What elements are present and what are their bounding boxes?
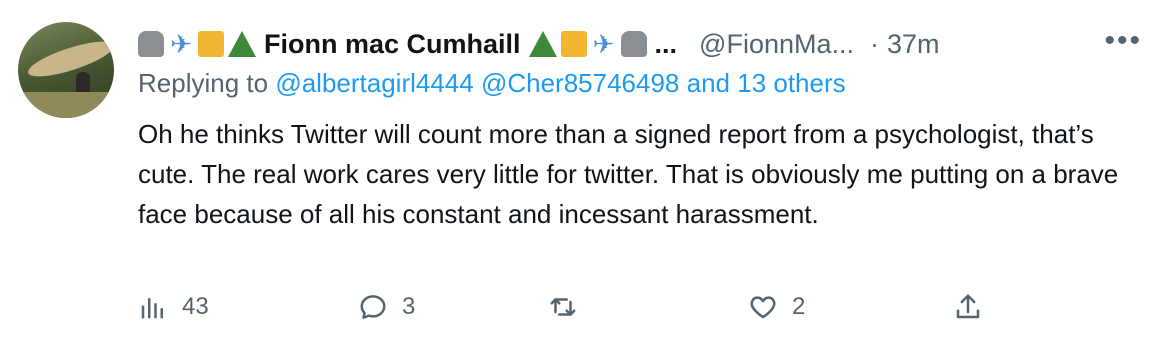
name-ellipsis: ... xyxy=(654,28,678,59)
views-icon xyxy=(141,298,163,319)
tweet-header: ✈ Fionn mac Cumhaill ✈ ... @FionnMa... ·… xyxy=(138,24,1142,64)
avatar-ground xyxy=(18,92,114,118)
airplane-icon: ✈ xyxy=(592,29,615,59)
reply-button[interactable]: 3 xyxy=(358,292,415,322)
airplane-icon: ✈ xyxy=(170,29,192,59)
reply-icon xyxy=(360,295,386,319)
author-handle[interactable]: @FionnMa... xyxy=(699,29,854,60)
tweet-text: Oh he thinks Twitter will count more tha… xyxy=(138,119,1119,229)
camping-icon xyxy=(228,31,256,57)
views-button[interactable]: 43 xyxy=(138,292,209,322)
camping-icon xyxy=(528,31,557,57)
tweet: ✈ Fionn mac Cumhaill ✈ ... @FionnMa... ·… xyxy=(0,0,1172,360)
views-count: 43 xyxy=(182,293,209,320)
separator-dot: · xyxy=(870,28,880,59)
avatar[interactable] xyxy=(18,22,114,118)
like-count: 2 xyxy=(792,293,806,320)
share-icon xyxy=(956,294,980,319)
author-name[interactable]: Fionn mac Cumhaill xyxy=(264,29,521,60)
like-button[interactable]: 2 xyxy=(748,292,805,322)
share-button[interactable] xyxy=(953,292,983,322)
tweet-body: Oh he thinks Twitter will count more tha… xyxy=(138,114,1138,234)
moai-icon xyxy=(138,31,164,57)
tweet-timestamp[interactable]: 37m xyxy=(887,29,940,60)
more-options-icon[interactable]: ••• xyxy=(1104,24,1142,58)
avatar-canoe xyxy=(24,34,114,84)
beer-icon xyxy=(560,31,587,57)
moai-icon xyxy=(620,31,647,57)
mention-link[interactable]: @albertagirl4444 xyxy=(275,68,473,98)
retweet-button[interactable] xyxy=(548,292,592,322)
action-bar: 43 3 2 xyxy=(138,292,998,332)
heart-icon xyxy=(750,296,776,319)
retweet-icon xyxy=(550,298,576,316)
replying-prefix: Replying to xyxy=(138,68,269,98)
replying-to-line: Replying to @albertagirl4444 @Cher857464… xyxy=(138,68,846,99)
reply-count: 3 xyxy=(402,293,416,320)
beer-icon xyxy=(198,31,224,57)
mention-link[interactable]: @Cher85746498 xyxy=(481,68,679,98)
others-link[interactable]: and 13 others xyxy=(687,68,846,98)
